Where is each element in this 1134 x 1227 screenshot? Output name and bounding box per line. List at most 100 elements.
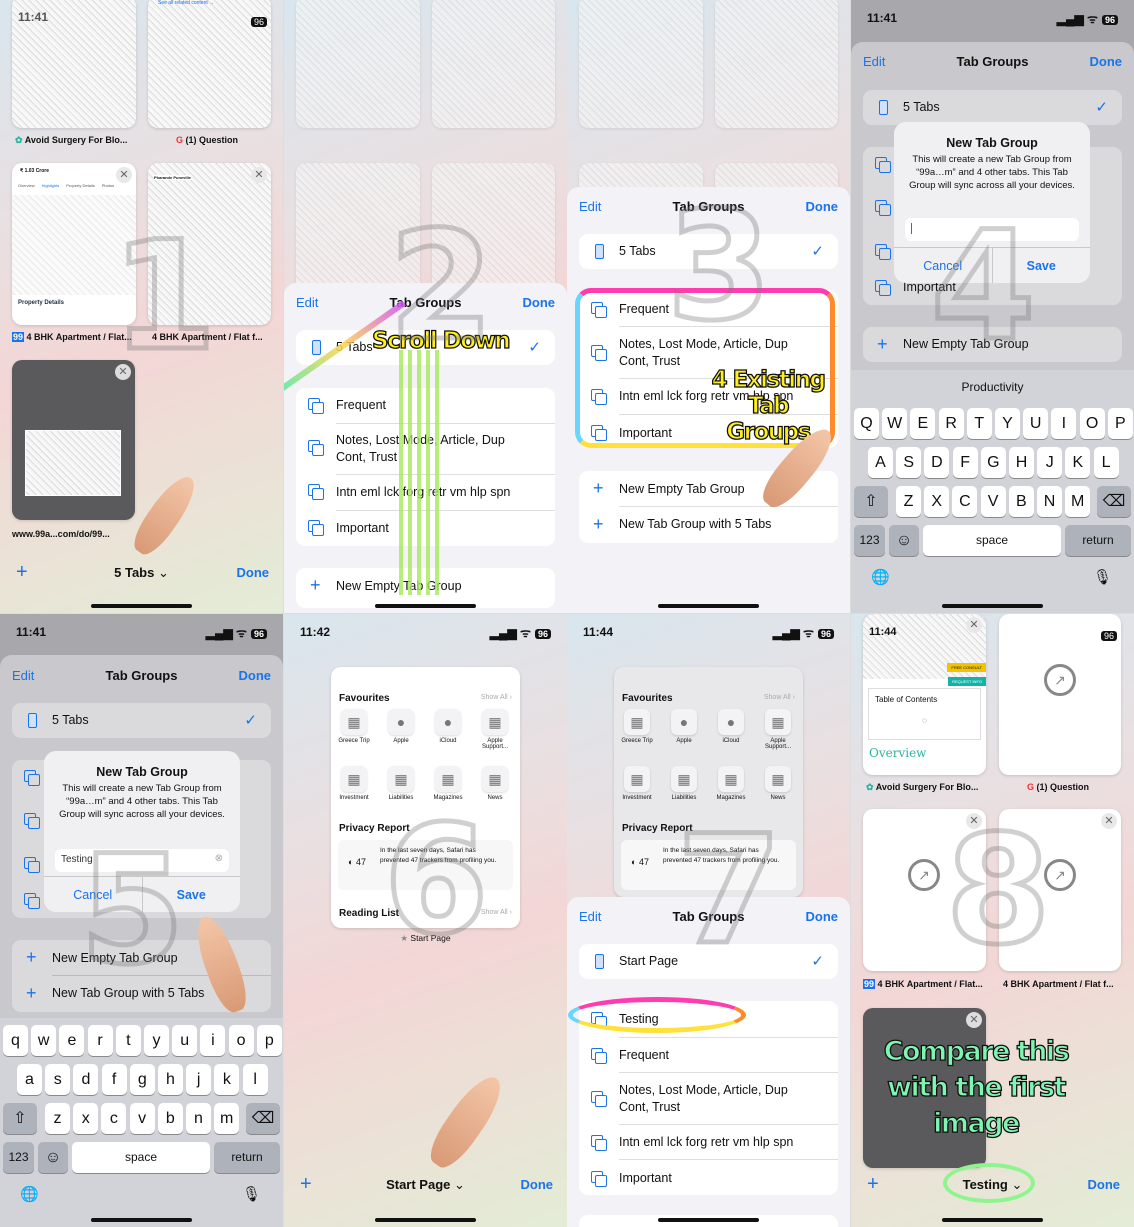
globe-icon[interactable]: 🌐	[20, 1185, 39, 1203]
key-w[interactable]: W	[882, 408, 908, 439]
key-u[interactable]: U	[1023, 408, 1049, 439]
close-tab-icon[interactable]: ✕	[251, 167, 267, 183]
tab-group-5-tabs[interactable]: 5 Tabs ✓	[863, 90, 1122, 125]
close-tab-icon[interactable]: ✕	[1101, 813, 1117, 829]
microphone-icon[interactable]: 🎙	[1093, 568, 1112, 586]
key-l[interactable]: l	[242, 1064, 268, 1095]
key-i[interactable]: i	[200, 1025, 226, 1056]
done-button[interactable]: Done	[1088, 1177, 1121, 1192]
key-v[interactable]: V	[980, 486, 1006, 517]
key-h[interactable]: H	[1009, 447, 1034, 478]
numbers-key[interactable]: 123	[854, 525, 885, 556]
favourite-item[interactable]: ● Apple	[382, 709, 420, 744]
key-x[interactable]: x	[73, 1103, 99, 1134]
delete-key[interactable]: ⌫	[246, 1103, 280, 1134]
done-button[interactable]: Done	[806, 199, 839, 214]
done-button[interactable]: Done	[1090, 54, 1123, 69]
key-y[interactable]: y	[144, 1025, 169, 1056]
key-v[interactable]: v	[129, 1103, 155, 1134]
favourite-item[interactable]: ● Apple	[665, 709, 703, 744]
key-a[interactable]: a	[17, 1064, 42, 1095]
key-k[interactable]: K	[1065, 447, 1091, 478]
return-key[interactable]: return	[214, 1142, 280, 1173]
key-d[interactable]: D	[924, 447, 950, 478]
favourite-item[interactable]: ▦ Investment	[618, 766, 656, 801]
done-button[interactable]: Done	[521, 1177, 554, 1192]
key-t[interactable]: t	[115, 1025, 141, 1056]
emoji-key[interactable]: ☺	[38, 1142, 68, 1173]
done-button[interactable]: Done	[237, 565, 270, 580]
tab-card-question[interactable]: ↗ 96	[999, 614, 1121, 775]
suggestion[interactable]: Productivity	[851, 380, 1134, 394]
favourite-item[interactable]: ● iCloud	[712, 709, 750, 744]
favourite-item[interactable]: ▦ Investment	[335, 766, 373, 801]
key-a[interactable]: A	[868, 447, 893, 478]
key-q[interactable]: q	[3, 1025, 28, 1056]
favourite-item[interactable]: ▦ Apple Support...	[476, 709, 514, 750]
done-button[interactable]: Done	[806, 909, 839, 924]
tab-card-question[interactable]: See all related content → 96	[148, 0, 271, 128]
key-i[interactable]: I	[1051, 408, 1077, 439]
favourite-item[interactable]: ▦ Magazines	[712, 766, 750, 801]
key-o[interactable]: O	[1079, 408, 1105, 439]
close-tab-icon[interactable]: ✕	[116, 167, 132, 183]
key-s[interactable]: S	[896, 447, 922, 478]
favourite-item[interactable]: ▦ Liabilities	[665, 766, 703, 801]
key-j[interactable]: j	[186, 1064, 212, 1095]
key-e[interactable]: e	[59, 1025, 85, 1056]
favourite-item[interactable]: ▦ News	[759, 766, 797, 801]
key-j[interactable]: J	[1037, 447, 1063, 478]
key-p[interactable]: p	[256, 1025, 282, 1056]
key-t[interactable]: T	[966, 408, 992, 439]
favourite-item[interactable]: ● iCloud	[429, 709, 467, 744]
show-all-link[interactable]: Show All ›	[481, 694, 512, 701]
tab-card-surgery[interactable]: 11:44 FREE CONSULT REQUEST INFO Table of…	[863, 614, 986, 775]
favourite-item[interactable]: ▦ Greece Trip	[618, 709, 656, 744]
key-d[interactable]: d	[73, 1064, 99, 1095]
key-h[interactable]: h	[158, 1064, 183, 1095]
key-m[interactable]: m	[214, 1103, 240, 1134]
favourite-item[interactable]: ▦ Apple Support...	[759, 709, 797, 750]
key-z[interactable]: Z	[896, 486, 921, 517]
microphone-icon[interactable]: 🎙	[242, 1185, 261, 1203]
return-key[interactable]: return	[1065, 525, 1131, 556]
key-s[interactable]: s	[45, 1064, 71, 1095]
key-c[interactable]: c	[101, 1103, 127, 1134]
key-f[interactable]: f	[101, 1064, 127, 1095]
tab-card-99acres[interactable]: ✕	[12, 360, 135, 520]
key-u[interactable]: u	[172, 1025, 198, 1056]
key-q[interactable]: Q	[854, 408, 879, 439]
shift-key[interactable]: ⇧	[854, 486, 888, 517]
key-l[interactable]: L	[1093, 447, 1119, 478]
space-key[interactable]: space	[72, 1142, 210, 1173]
key-f[interactable]: F	[952, 447, 978, 478]
key-c[interactable]: C	[952, 486, 978, 517]
delete-key[interactable]: ⌫	[1097, 486, 1131, 517]
tab-group-5-tabs[interactable]: 5 Tabs ✓	[12, 703, 271, 738]
key-g[interactable]: g	[129, 1064, 155, 1095]
key-b[interactable]: b	[157, 1103, 183, 1134]
key-y[interactable]: Y	[995, 408, 1020, 439]
key-m[interactable]: M	[1065, 486, 1091, 517]
key-r[interactable]: r	[87, 1025, 113, 1056]
key-o[interactable]: o	[228, 1025, 254, 1056]
close-tab-icon[interactable]: ✕	[966, 617, 982, 633]
key-p[interactable]: P	[1107, 408, 1133, 439]
done-button[interactable]: Done	[239, 668, 272, 683]
key-g[interactable]: G	[980, 447, 1006, 478]
key-r[interactable]: R	[938, 408, 964, 439]
globe-icon[interactable]: 🌐	[871, 568, 890, 586]
clear-input-icon[interactable]: ⊗	[215, 853, 223, 864]
tab-card-surgery[interactable]: 11:41	[12, 0, 136, 128]
favourite-item[interactable]: ▦ Greece Trip	[335, 709, 373, 744]
done-button[interactable]: Done	[523, 295, 556, 310]
close-tab-icon[interactable]: ✕	[966, 1012, 982, 1028]
key-x[interactable]: X	[924, 486, 950, 517]
key-w[interactable]: w	[31, 1025, 57, 1056]
key-z[interactable]: z	[45, 1103, 70, 1134]
key-n[interactable]: N	[1037, 486, 1062, 517]
shift-key[interactable]: ⇧	[3, 1103, 37, 1134]
emoji-key[interactable]: ☺	[889, 525, 919, 556]
show-all-link[interactable]: Show All ›	[764, 694, 795, 701]
key-n[interactable]: n	[186, 1103, 211, 1134]
